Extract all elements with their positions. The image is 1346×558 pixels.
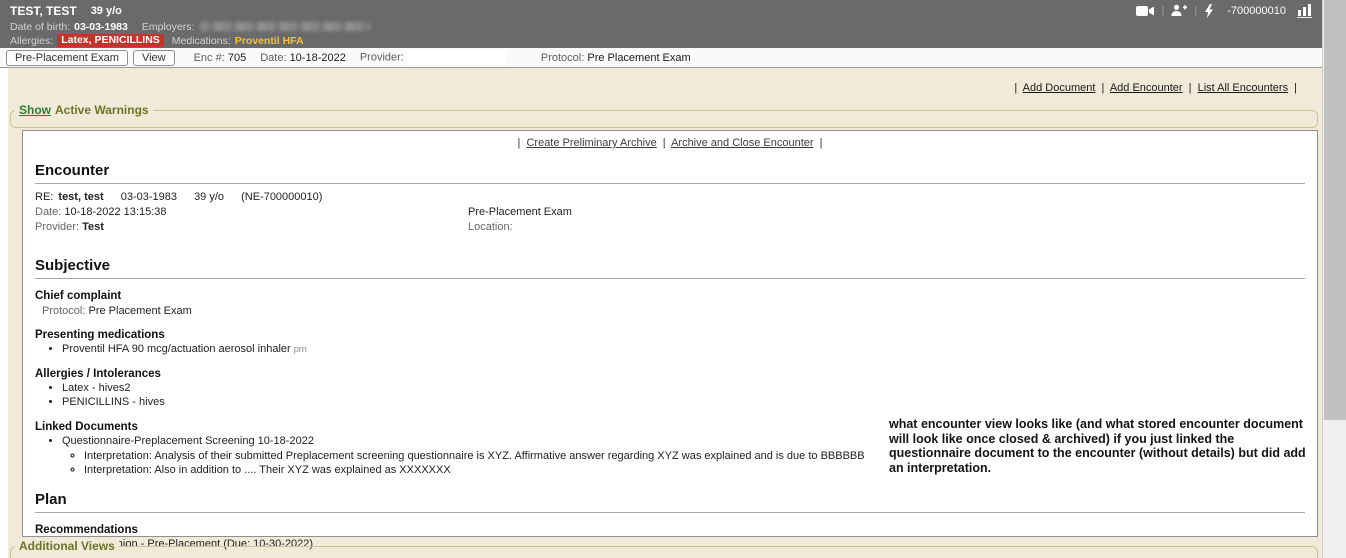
list-all-encounters-link[interactable]: List All Encounters — [1198, 82, 1289, 94]
show-active-warnings-link[interactable]: Show — [19, 103, 51, 117]
re-encounter-id: (NE-700000010) — [241, 191, 322, 203]
patient-id: -700000010 — [1227, 5, 1286, 17]
patient-banner: TEST, TEST 39 y/o | | -700000010 Date of… — [0, 0, 1322, 48]
protocol-value: Pre Placement Exam — [88, 305, 191, 317]
chief-complaint-protocol: Protocol: Pre Placement Exam — [42, 304, 1305, 318]
allergies-list: Latex - hives2 PENICILLINS - hives — [35, 382, 1305, 410]
date-label: Date: — [260, 52, 286, 64]
separator: | — [518, 137, 521, 149]
encounter-date-label: Date: — [35, 206, 61, 218]
enc-number-label: Enc #: — [194, 52, 225, 64]
re-line: RE: test, test 03-03-1983 39 y/o (NE-700… — [35, 190, 1305, 205]
header-links: | Add Document | Add Encounter | List Al… — [1011, 82, 1300, 94]
linked-document-title: Questionnaire-Preplacement Screening 10-… — [62, 435, 314, 447]
lightning-icon[interactable] — [1204, 4, 1214, 18]
employers-label: Employers: — [142, 21, 195, 33]
list-item: Proventil HFA 90 mcg/actuation aerosol i… — [62, 343, 1305, 357]
encounter-date-value: 10-18-2022 13:15:38 — [64, 206, 166, 218]
encounter-heading: Encounter — [35, 162, 1305, 179]
separator: | — [820, 137, 823, 149]
divider — [35, 512, 1305, 513]
subjective-heading: Subjective — [35, 257, 1305, 274]
presenting-medications-list: Proventil HFA 90 mcg/actuation aerosol i… — [35, 343, 1305, 357]
separator: | — [1014, 82, 1017, 94]
create-preliminary-archive-link[interactable]: Create Preliminary Archive — [526, 137, 656, 149]
divider — [35, 278, 1305, 279]
enc-number-value: 705 — [228, 52, 246, 64]
encounter-provider-line: Provider: Test Location: — [35, 220, 1305, 235]
recommendations-heading: Recommendations — [35, 524, 1305, 536]
additional-views-section: Additional Views — [10, 546, 1318, 558]
archive-and-close-encounter-link[interactable]: Archive and Close Encounter — [671, 137, 813, 149]
separator: | — [1102, 82, 1105, 94]
vertical-scrollbar[interactable] — [1322, 0, 1346, 558]
patient-age: 39 y/o — [91, 5, 122, 17]
pre-placement-exam-button[interactable]: Pre-Placement Exam — [6, 50, 128, 66]
separator: | — [663, 137, 666, 149]
protocol-value: Pre Placement Exam — [587, 52, 690, 64]
medications-value: Proventil HFA — [235, 35, 304, 47]
annotation-note: what encounter view looks like (and what… — [889, 417, 1307, 475]
dob-label: Date of birth: — [10, 21, 70, 33]
main-content: | Add Document | Add Encounter | List Al… — [8, 68, 1322, 558]
active-warnings-section: ShowActive Warnings — [10, 110, 1318, 128]
encounter-document-panel: | Create Preliminary Archive | Archive a… — [22, 130, 1318, 537]
active-warnings-legend: Show Active Warnings — [15, 103, 153, 117]
allergies-label: Allergies: — [10, 35, 53, 47]
protocol-label: Protocol: — [42, 305, 85, 317]
additional-views-legend: Additional Views — [15, 539, 119, 553]
date-value: 10-18-2022 — [290, 52, 346, 64]
patient-name: TEST, TEST — [10, 4, 77, 18]
re-dob: 03-03-1983 — [121, 191, 177, 203]
protocol-label: Protocol: — [541, 52, 584, 64]
separator: | — [1162, 5, 1165, 17]
medications-label: Medications: — [172, 35, 231, 47]
presenting-medications-heading: Presenting medications — [35, 329, 1305, 341]
separator: | — [1294, 82, 1297, 94]
separator: | — [1189, 82, 1192, 94]
add-encounter-link[interactable]: Add Encounter — [1110, 82, 1183, 94]
provider-label: Provider: — [360, 51, 404, 63]
encounter-exam-type: Pre-Placement Exam — [468, 205, 572, 220]
list-item: Latex - hives2 — [62, 382, 1305, 396]
re-age: 39 y/o — [194, 191, 224, 203]
medication-prn: prn — [294, 344, 307, 354]
separator: | — [1194, 5, 1197, 17]
add-document-link[interactable]: Add Document — [1023, 82, 1096, 94]
add-person-icon[interactable] — [1171, 4, 1187, 17]
additional-views-title: Additional Views — [19, 539, 115, 553]
encounter-location-label: Location: — [468, 220, 513, 235]
divider — [35, 183, 1305, 184]
re-label: RE: — [35, 191, 53, 203]
scrollbar-thumb[interactable] — [1324, 0, 1346, 420]
re-patient-name: test, test — [58, 191, 103, 203]
plan-heading: Plan — [35, 491, 1305, 508]
provider-value-redacted — [407, 50, 507, 65]
chief-complaint-heading: Chief complaint — [35, 290, 1305, 302]
view-button[interactable]: View — [133, 50, 175, 66]
video-camera-icon[interactable] — [1136, 5, 1155, 17]
allergy-badge: Latex, PENICILLINS — [57, 34, 164, 47]
list-item: PENICILLINS - hives — [62, 396, 1305, 410]
employers-value-redacted — [200, 22, 370, 31]
archive-links-top: | Create Preliminary Archive | Archive a… — [35, 137, 1305, 149]
encounter-date-line: Date: 10-18-2022 13:15:38 Pre-Placement … — [35, 205, 1305, 220]
dob-value: 03-03-1983 — [74, 21, 128, 33]
medication-text: Proventil HFA 90 mcg/actuation aerosol i… — [62, 343, 291, 355]
encounter-toolbar: Pre-Placement Exam View Enc #: 705 Date:… — [0, 48, 1322, 68]
encounter-provider-label: Provider: — [35, 221, 79, 233]
chart-icon[interactable] — [1297, 4, 1312, 18]
allergies-heading: Allergies / Intolerances — [35, 368, 1305, 380]
encounter-provider-value: Test — [82, 221, 104, 233]
active-warnings-title: Active Warnings — [55, 103, 149, 117]
